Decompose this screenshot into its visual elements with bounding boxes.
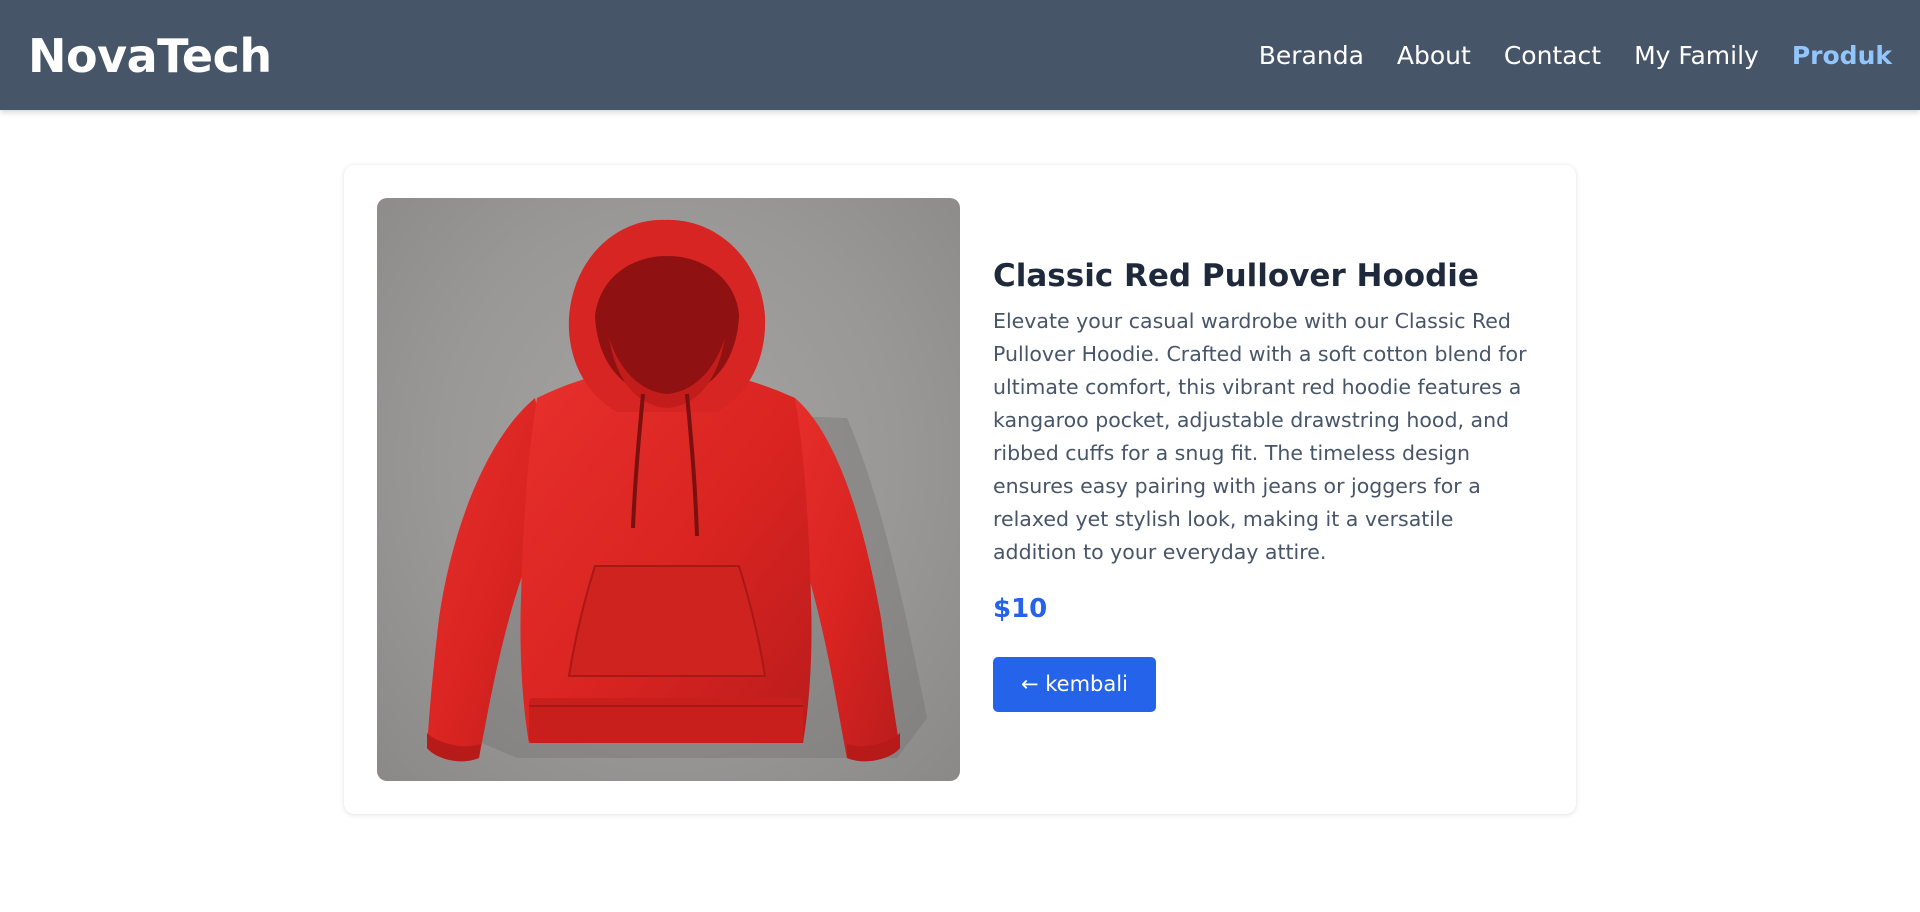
nav-link-beranda[interactable]: Beranda <box>1259 41 1364 70</box>
product-image <box>377 198 960 781</box>
product-price: $10 <box>993 594 1048 624</box>
nav-link-my-family[interactable]: My Family <box>1634 41 1759 70</box>
back-button[interactable]: ← kembali <box>993 657 1156 712</box>
nav-link-produk[interactable]: Produk <box>1792 41 1892 70</box>
nav-item-my-family: My Family <box>1634 36 1759 76</box>
nav-link-about[interactable]: About <box>1397 41 1471 70</box>
nav-link-contact[interactable]: Contact <box>1504 41 1601 70</box>
brand-logo[interactable]: NovaTech <box>28 28 272 84</box>
nav-item-contact: Contact <box>1504 36 1601 76</box>
nav-item-about: About <box>1397 36 1471 76</box>
nav-item-produk: Produk <box>1792 36 1892 76</box>
red-hoodie-icon <box>427 219 927 762</box>
product-description: Elevate your casual wardrobe with our Cl… <box>993 309 1527 564</box>
nav-item-beranda: Beranda <box>1259 36 1364 76</box>
product-info: Classic Red Pullover Hoodie Elevate your… <box>993 255 1538 712</box>
product-title: Classic Red Pullover Hoodie <box>993 258 1479 294</box>
nav-menu: Beranda About Contact My Family Produk <box>1259 36 1892 76</box>
navbar: NovaTech Beranda About Contact My Family… <box>0 0 1920 110</box>
product-card: Classic Red Pullover Hoodie Elevate your… <box>344 165 1576 814</box>
